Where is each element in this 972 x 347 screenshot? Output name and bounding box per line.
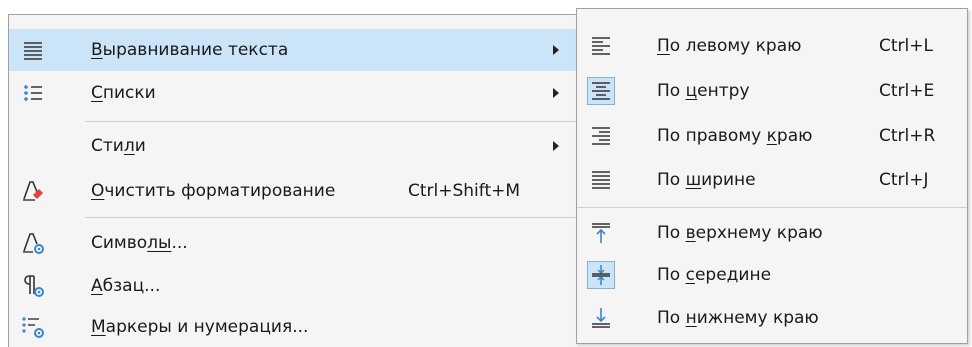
shortcut-label: Ctrl+E (879, 81, 935, 101)
submenu-arrow-icon (553, 45, 559, 55)
shortcut-label: Ctrl+L (879, 36, 933, 56)
menu-item-label: Списки (91, 83, 156, 103)
submenu-arrow-icon (553, 141, 559, 151)
menu-separator (85, 217, 580, 218)
menu-item-label: Стили (91, 136, 146, 156)
clear-formatting-icon (19, 177, 47, 205)
menu-item-characters[interactable]: Символы... (9, 222, 580, 264)
menu-separator (577, 207, 967, 208)
submenu-arrow-icon (553, 88, 559, 98)
align-paragraph-icon (19, 36, 47, 64)
list-icon (19, 79, 47, 107)
menu-item-paragraph[interactable]: Абзац... (9, 265, 580, 307)
align-center-icon (587, 77, 615, 105)
align-top-icon (587, 219, 615, 247)
submenu-item-align-bottom[interactable]: По нижнему краю (577, 297, 967, 339)
submenu-item-align-center[interactable]: По центру Ctrl+E (577, 70, 967, 112)
shortcut-label: Ctrl+J (879, 170, 929, 190)
menu-item-lists[interactable]: Списки (9, 72, 580, 114)
menu-item-styles[interactable]: Стили (9, 125, 580, 167)
align-justify-icon (587, 166, 615, 194)
submenu-item-label: По середине (657, 265, 772, 285)
menu-item-label: Выравнивание текста (91, 40, 289, 60)
menu-item-clear-formatting[interactable]: Очистить форматирование Ctrl+Shift+M (9, 170, 580, 212)
menu-item-bullets-numbering[interactable]: Маркеры и нумерация... (9, 306, 580, 347)
align-middle-icon (587, 261, 615, 289)
bullets-numbering-icon (19, 313, 47, 341)
menu-separator (85, 121, 580, 122)
align-bottom-icon (587, 304, 615, 332)
submenu-item-align-justify[interactable]: По ширине Ctrl+J (577, 159, 967, 201)
submenu-item-align-left[interactable]: По левому краю Ctrl+L (577, 25, 967, 67)
submenu-item-align-middle[interactable]: По середине (577, 254, 967, 296)
menu-item-label: Очистить форматирование (91, 181, 336, 201)
align-left-icon (587, 32, 615, 60)
format-menu: Выравнивание текста Списки Стили Очистит… (8, 14, 580, 347)
submenu-item-label: По левому краю (657, 36, 802, 56)
menu-item-label: Символы... (91, 233, 188, 253)
paragraph-icon (19, 272, 47, 300)
submenu-item-label: По нижнему краю (657, 308, 819, 328)
menu-item-label: Маркеры и нумерация... (91, 317, 309, 337)
submenu-item-align-right[interactable]: По правому краю Ctrl+R (577, 115, 967, 157)
menu-item-text-alignment[interactable]: Выравнивание текста (9, 29, 580, 71)
text-alignment-submenu: По левому краю Ctrl+L По центру Ctrl+E П… (576, 8, 968, 344)
character-icon (19, 229, 47, 257)
submenu-item-label: По центру (657, 81, 750, 101)
shortcut-label: Ctrl+Shift+M (408, 181, 521, 201)
submenu-item-align-top[interactable]: По верхнему краю (577, 212, 967, 254)
submenu-item-label: По ширине (657, 170, 756, 190)
align-right-icon (587, 122, 615, 150)
submenu-item-label: По верхнему краю (657, 223, 823, 243)
menu-item-label: Абзац... (91, 276, 161, 296)
submenu-item-label: По правому краю (657, 126, 813, 146)
shortcut-label: Ctrl+R (879, 126, 936, 146)
